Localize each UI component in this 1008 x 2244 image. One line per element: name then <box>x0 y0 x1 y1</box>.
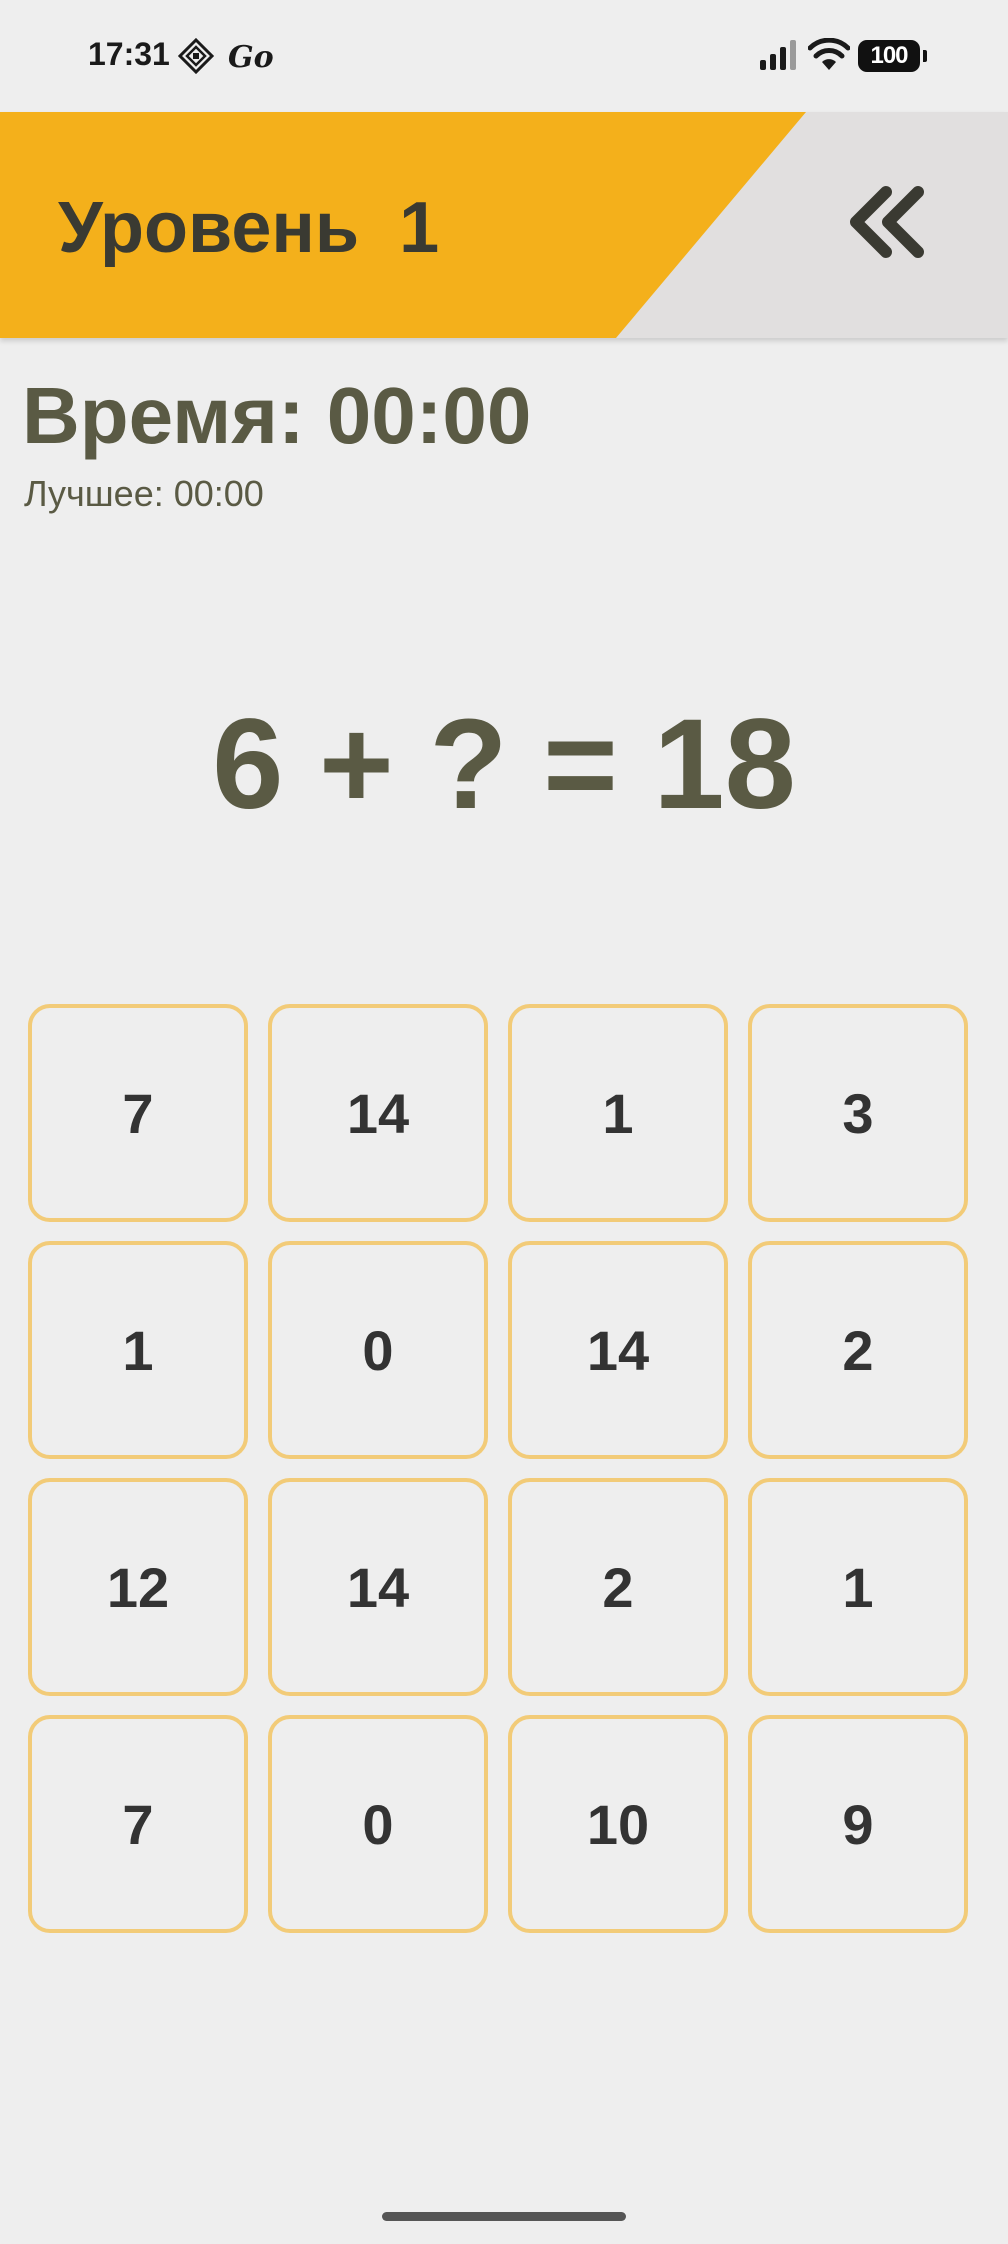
answer-button[interactable]: 14 <box>268 1004 488 1222</box>
answer-button[interactable]: 3 <box>748 1004 968 1222</box>
wifi-icon <box>808 38 850 70</box>
battery-icon: 100 <box>858 40 927 72</box>
status-time: 17:31 <box>88 36 170 72</box>
signal-icon <box>760 40 796 70</box>
best-time-display: Лучшее: 00:00 <box>24 473 264 514</box>
home-indicator[interactable] <box>382 2212 626 2221</box>
answer-button[interactable]: 2 <box>508 1478 728 1696</box>
answer-button[interactable]: 7 <box>28 1004 248 1222</box>
answer-button[interactable]: 1 <box>748 1478 968 1696</box>
level-title: Уровень 1 <box>58 188 440 268</box>
answer-button[interactable]: 0 <box>268 1715 488 1933</box>
answer-button[interactable]: 1 <box>28 1241 248 1459</box>
header-bar: Уровень 1 <box>0 112 1008 338</box>
answer-button[interactable]: 2 <box>748 1241 968 1459</box>
answer-button[interactable]: 9 <box>748 1715 968 1933</box>
timer-display: Время: 00:00 <box>22 371 532 460</box>
answer-button[interactable]: 1 <box>508 1004 728 1222</box>
answer-button[interactable]: 12 <box>28 1478 248 1696</box>
answer-button[interactable]: 14 <box>268 1478 488 1696</box>
answer-button[interactable]: 0 <box>268 1241 488 1459</box>
go-icon: Go <box>228 40 274 75</box>
answer-button[interactable]: 10 <box>508 1715 728 1933</box>
double-chevron-left-icon[interactable] <box>830 182 950 272</box>
answer-button[interactable]: 7 <box>28 1715 248 1933</box>
equation-display: 6 + ? = 18 <box>212 693 796 836</box>
status-bar: 17:31 Go 100 <box>0 0 1008 112</box>
grid-diamond-icon <box>178 38 214 74</box>
answer-button[interactable]: 14 <box>508 1241 728 1459</box>
